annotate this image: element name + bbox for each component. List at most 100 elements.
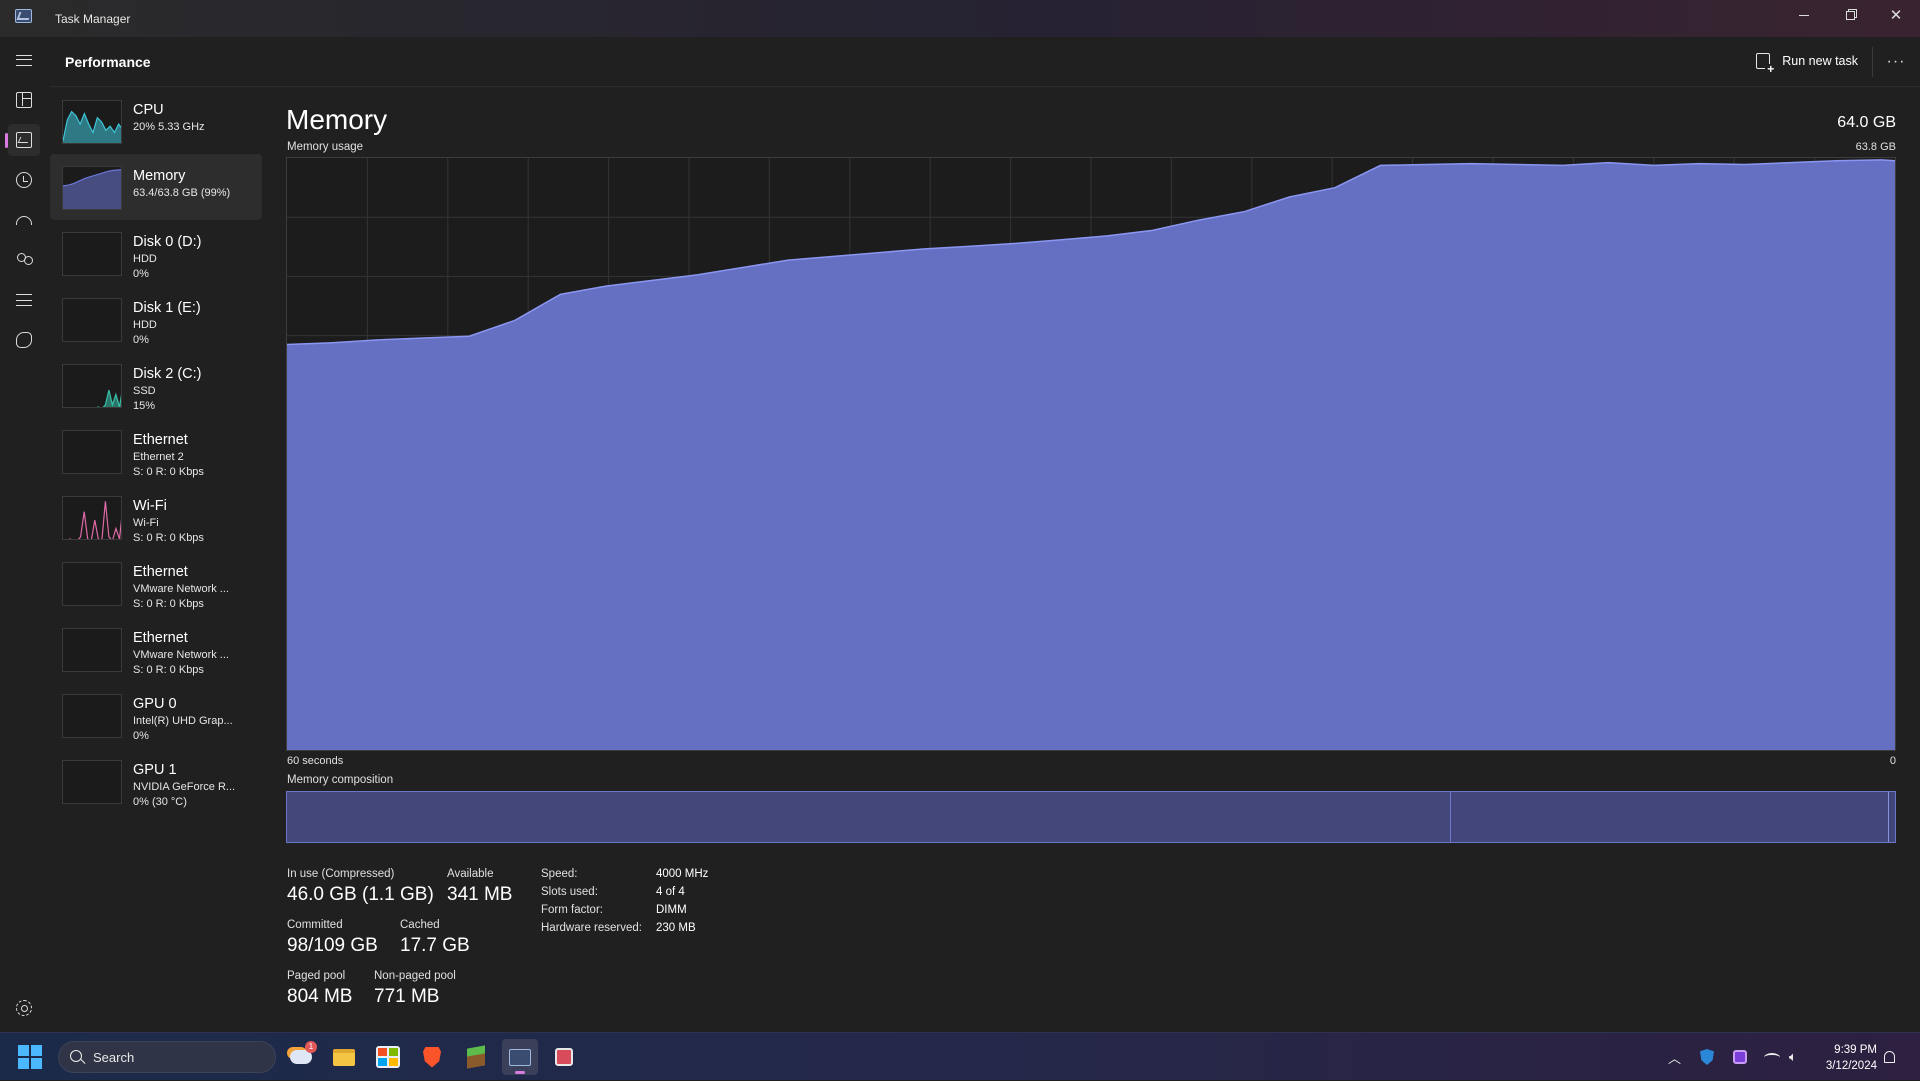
- resource-name: Memory: [133, 168, 185, 184]
- resource-item-gpu-1[interactable]: GPU 1 NVIDIA GeForce R... 0% (30 °C): [50, 748, 262, 814]
- resource-item-memory[interactable]: Memory 63.4/63.8 GB (99%): [50, 154, 262, 220]
- resource-sparkline: [63, 431, 122, 474]
- nav-item-processes[interactable]: [8, 84, 40, 116]
- processes-icon: [16, 92, 32, 108]
- minimize-button[interactable]: [1781, 0, 1827, 30]
- composition-modified: [1451, 792, 1888, 842]
- resource-item-ethernet[interactable]: Ethernet VMware Network ... S: 0 R: 0 Kb…: [50, 550, 262, 616]
- taskbar-file-explorer[interactable]: [326, 1039, 362, 1075]
- resource-name: Ethernet: [133, 564, 188, 580]
- spec-hw-reserved-value: 230 MB: [656, 922, 696, 934]
- restore-button[interactable]: [1827, 0, 1873, 30]
- resource-detail-2: S: 0 R: 0 Kbps: [133, 664, 204, 676]
- close-button[interactable]: ✕: [1873, 0, 1919, 30]
- performance-icon: [16, 132, 32, 148]
- taskbar-task-manager[interactable]: [502, 1039, 538, 1075]
- history-icon: [16, 172, 32, 188]
- stat-value: 341 MB: [447, 884, 512, 906]
- usage-chart-label: Memory usage: [287, 141, 363, 153]
- tray-wifi[interactable]: [1764, 1033, 1780, 1081]
- stat-label: Paged pool: [287, 970, 352, 982]
- task-manager-icon: [15, 9, 32, 23]
- resource-item-cpu[interactable]: CPU 20% 5.33 GHz: [50, 88, 262, 154]
- tray-defender[interactable]: [1700, 1033, 1714, 1081]
- resource-name: Wi-Fi: [133, 498, 167, 514]
- more-icon: ···: [1887, 53, 1906, 71]
- chart-axis-start: 60 seconds: [287, 755, 343, 767]
- resource-item-wi-fi[interactable]: Wi-Fi Wi-Fi S: 0 R: 0 Kbps: [50, 484, 262, 550]
- taskbar-minecraft[interactable]: [458, 1039, 494, 1075]
- clock-date: 3/12/2024: [1826, 1058, 1877, 1074]
- resource-name: Ethernet: [133, 630, 188, 646]
- wifi-icon: [1764, 1053, 1780, 1062]
- nav-item-details[interactable]: [8, 284, 40, 316]
- speedometer-icon: [16, 216, 32, 225]
- resource-detail: SSD: [133, 385, 156, 397]
- gear-icon: [16, 1000, 32, 1016]
- tray-volume[interactable]: 🔈︎: [1789, 1033, 1797, 1081]
- taskbar-snipping-tool[interactable]: [546, 1039, 582, 1075]
- stat-value: 46.0 GB (1.1 GB): [287, 884, 434, 906]
- taskbar-microsoft-store[interactable]: [370, 1039, 406, 1075]
- resource-sparkline: [63, 761, 122, 804]
- title-bar: Task Manager ✕: [0, 0, 1920, 37]
- stat-available: Available 341 MB: [447, 868, 512, 906]
- run-new-task-button[interactable]: Run new task: [1746, 46, 1870, 76]
- taskbar-search[interactable]: Search: [58, 1041, 276, 1073]
- hamburger-menu-button[interactable]: [8, 44, 40, 76]
- nav-item-services[interactable]: [8, 324, 40, 356]
- sparkline-area: [63, 386, 122, 408]
- hamburger-icon: [16, 55, 32, 66]
- taskbar-brave[interactable]: [414, 1039, 450, 1075]
- resource-sparkline: [63, 299, 122, 342]
- run-task-icon: [1756, 53, 1770, 69]
- usage-chart-max: 63.8 GB: [1856, 141, 1896, 153]
- resource-detail-2: 0% (30 °C): [133, 796, 187, 808]
- composition-label: Memory composition: [287, 774, 393, 786]
- resource-item-disk-0-d-[interactable]: Disk 0 (D:) HDD 0%: [50, 220, 262, 286]
- resource-thumbnail: [62, 364, 122, 408]
- shield-icon: [1700, 1049, 1714, 1065]
- resource-detail-2: 0%: [133, 730, 149, 742]
- window-title: Task Manager: [55, 12, 130, 26]
- nav-item-performance[interactable]: [8, 124, 40, 156]
- resource-sparkline: [63, 365, 122, 408]
- nav-item-startup-apps[interactable]: [8, 204, 40, 236]
- start-button[interactable]: [18, 1045, 42, 1069]
- nav-rail: [0, 37, 48, 1032]
- tray-overflow-button[interactable]: ︿: [1668, 1033, 1681, 1081]
- notification-center-button[interactable]: [1884, 1033, 1895, 1081]
- resource-sparkline: [63, 497, 122, 540]
- resource-item-disk-1-e-[interactable]: Disk 1 (E:) HDD 0%: [50, 286, 262, 352]
- resource-item-disk-2-c-[interactable]: Disk 2 (C:) SSD 15%: [50, 352, 262, 418]
- spec-slots-value: 4 of 4: [656, 886, 685, 898]
- more-options-button[interactable]: ···: [1878, 47, 1914, 77]
- stat-value: 804 MB: [287, 986, 352, 1008]
- windows-logo-icon: [18, 1058, 29, 1069]
- nav-item-settings[interactable]: [8, 992, 40, 1024]
- stat-paged-pool: Paged pool 804 MB: [287, 970, 352, 1008]
- resource-thumbnail: [62, 562, 122, 606]
- resource-item-ethernet[interactable]: Ethernet VMware Network ... S: 0 R: 0 Kb…: [50, 616, 262, 682]
- run-new-task-label: Run new task: [1782, 54, 1858, 68]
- resource-item-ethernet[interactable]: Ethernet Ethernet 2 S: 0 R: 0 Kbps: [50, 418, 262, 484]
- resource-detail-2: S: 0 R: 0 Kbps: [133, 466, 204, 478]
- stat-value: 771 MB: [374, 986, 456, 1008]
- windows-logo-icon: [31, 1045, 42, 1056]
- close-icon: ✕: [1890, 6, 1903, 24]
- resource-item-gpu-0[interactable]: GPU 0 Intel(R) UHD Grap... 0%: [50, 682, 262, 748]
- resource-thumbnail: [62, 430, 122, 474]
- resource-sparkline: [63, 629, 122, 672]
- tray-app[interactable]: [1733, 1033, 1747, 1081]
- resource-thumbnail: [62, 628, 122, 672]
- nav-item-users[interactable]: [8, 244, 40, 276]
- chevron-up-icon: ︿: [1668, 1048, 1681, 1067]
- resource-detail: 20% 5.33 GHz: [133, 121, 205, 133]
- nav-item-app-history[interactable]: [8, 164, 40, 196]
- sparkline-line: [63, 501, 122, 540]
- taskbar-clock[interactable]: 9:39 PM 3/12/2024: [1826, 1042, 1877, 1074]
- resource-detail: Wi-Fi: [133, 517, 159, 529]
- resource-sparkline: [63, 563, 122, 606]
- windows-logo-icon: [18, 1045, 29, 1056]
- stat-label: Available: [447, 868, 512, 880]
